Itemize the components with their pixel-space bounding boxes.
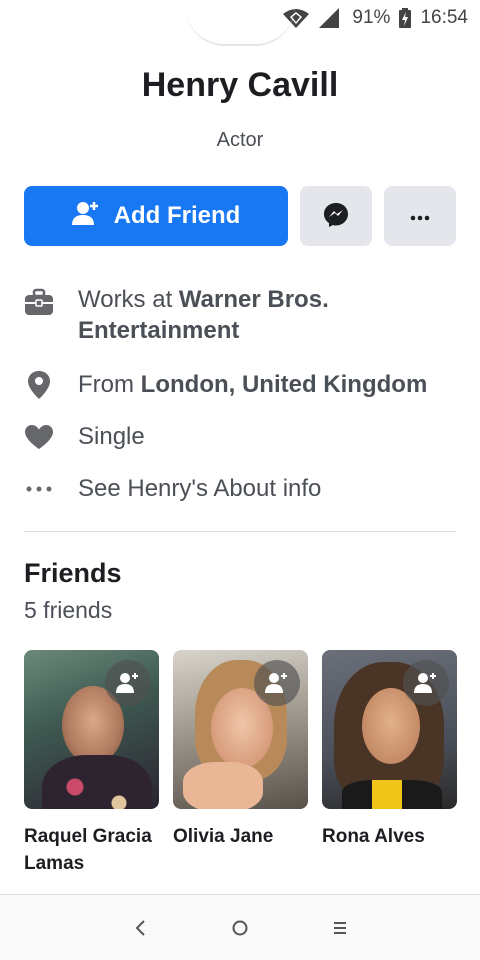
info-relationship[interactable]: Single (24, 421, 456, 452)
profile-bio: Actor (216, 129, 264, 151)
friend-photo[interactable] (322, 650, 457, 809)
info-work-prefix: Works at (78, 286, 179, 313)
info-hometown[interactable]: From London, United Kingdom (24, 369, 456, 400)
add-friend-label: Add Friend (113, 202, 241, 229)
info-work-place[interactable]: Warner Bros. (179, 286, 329, 313)
location-pin-icon (24, 369, 54, 400)
more-icon (410, 209, 430, 224)
add-friend-icon (71, 200, 100, 233)
profile-picture-edge[interactable] (185, 6, 295, 46)
status-time: 16:54 (420, 7, 468, 28)
info-relationship-text: Single (78, 423, 145, 450)
friend-photo[interactable] (173, 650, 308, 809)
see-about-info-link[interactable]: See Henry's About info (24, 473, 456, 504)
section-divider (24, 531, 456, 532)
system-navigation-bar (0, 894, 480, 960)
intro-info-list: Works at Warner Bros. Entertainment From … (24, 284, 456, 525)
briefcase-icon (24, 286, 54, 317)
back-icon[interactable] (120, 908, 160, 948)
friend-name[interactable]: Raquel Gracia Lamas (24, 823, 159, 877)
add-friend-icon[interactable] (403, 660, 449, 706)
friend-name[interactable]: Rona Alves (322, 823, 457, 850)
friend-card[interactable]: Rona Alves (322, 650, 457, 877)
home-icon[interactable] (220, 908, 260, 948)
friends-grid: Raquel Gracia Lamas Olivia Jane Rona Alv… (24, 650, 457, 877)
signal-icon (318, 7, 340, 29)
see-about-info-text: See Henry's About info (78, 475, 322, 502)
messenger-icon (323, 202, 349, 231)
friend-card[interactable]: Raquel Gracia Lamas (24, 650, 159, 877)
battery-percent: 91% (352, 7, 391, 28)
info-work[interactable]: Works at Warner Bros. Entertainment (24, 284, 456, 348)
info-hometown-text: From London, United Kingdom (78, 369, 427, 400)
friends-section-title[interactable]: Friends (24, 558, 122, 589)
add-friend-icon[interactable] (105, 660, 151, 706)
info-hometown-place[interactable]: London, United Kingdom (141, 371, 428, 398)
friend-card[interactable]: Olivia Jane (173, 650, 308, 877)
info-work-text: Works at Warner Bros. Entertainment (78, 284, 329, 346)
recent-apps-icon[interactable] (320, 908, 360, 948)
friend-photo[interactable] (24, 650, 159, 809)
more-options-button[interactable] (384, 186, 456, 246)
battery-charging-icon (398, 7, 412, 29)
messenger-button[interactable] (300, 186, 372, 246)
add-friend-button[interactable]: Add Friend (24, 186, 288, 246)
ellipsis-icon (24, 473, 54, 504)
friends-count: 5 friends (24, 597, 113, 623)
profile-name: Henry Cavill (141, 66, 339, 104)
heart-icon (24, 421, 54, 452)
profile-actions: Add Friend (24, 186, 456, 246)
info-from-prefix: From (78, 371, 141, 398)
friend-name[interactable]: Olivia Jane (173, 823, 308, 850)
add-friend-icon[interactable] (254, 660, 300, 706)
info-work-place-line2[interactable]: Entertainment (78, 317, 239, 344)
